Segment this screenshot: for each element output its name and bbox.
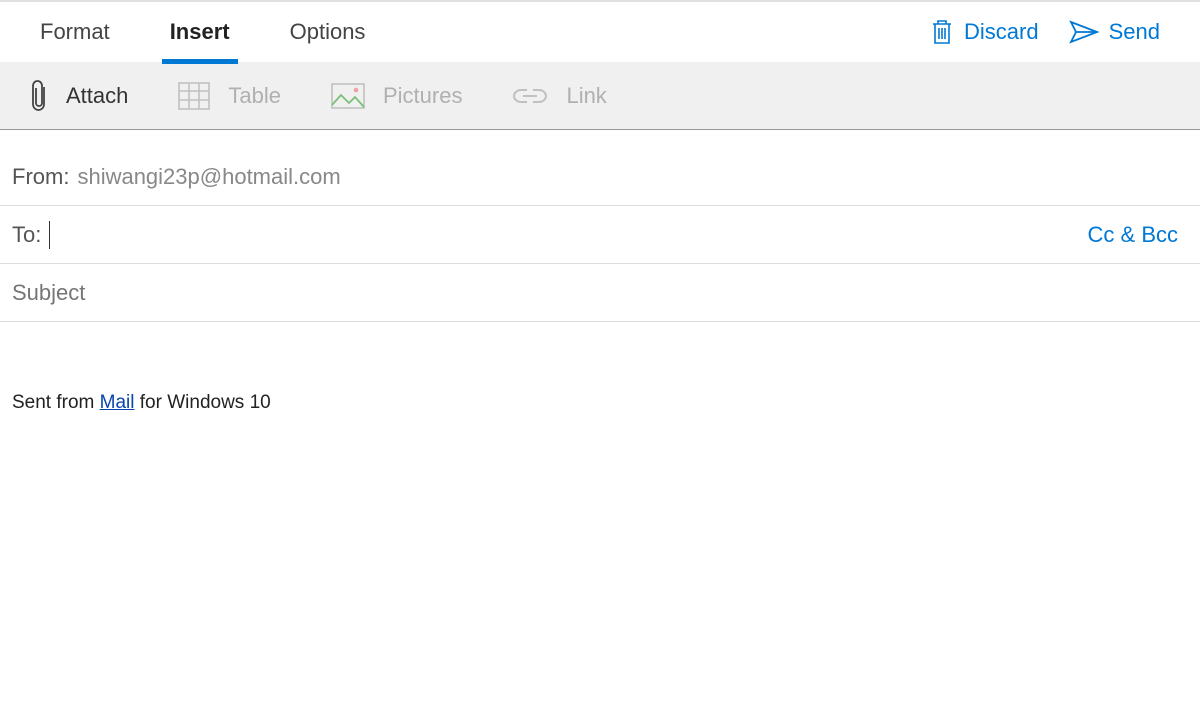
discard-button[interactable]: Discard	[930, 18, 1039, 46]
tab-insert[interactable]: Insert	[140, 2, 260, 62]
compose-area: From: shiwangi23p@hotmail.com To: Cc & B…	[0, 148, 1200, 414]
tab-format[interactable]: Format	[10, 2, 140, 62]
attach-label: Attach	[66, 83, 128, 109]
send-label: Send	[1109, 19, 1160, 45]
attach-button[interactable]: Attach	[30, 78, 128, 114]
to-input[interactable]	[50, 220, 1087, 250]
pictures-label: Pictures	[383, 83, 462, 109]
from-row: From: shiwangi23p@hotmail.com	[0, 148, 1200, 206]
to-row: To: Cc & Bcc	[0, 206, 1200, 264]
cc-bcc-link[interactable]: Cc & Bcc	[1088, 222, 1188, 248]
subject-row	[0, 264, 1200, 322]
link-button[interactable]: Link	[512, 83, 606, 109]
from-label: From:	[12, 164, 69, 190]
pictures-icon	[331, 83, 365, 109]
table-icon	[178, 82, 210, 110]
actions-right: Discard Send	[930, 18, 1190, 46]
from-value[interactable]: shiwangi23p@hotmail.com	[77, 164, 1188, 190]
mail-app-link[interactable]: Mail	[100, 392, 135, 413]
subject-input[interactable]	[12, 278, 1188, 308]
email-body[interactable]: Sent from Mail for Windows 10	[0, 322, 1200, 414]
tab-options[interactable]: Options	[260, 2, 396, 62]
paperclip-icon	[30, 78, 48, 114]
pictures-button[interactable]: Pictures	[331, 83, 462, 109]
tabs-left: Format Insert Options	[10, 2, 395, 62]
send-icon	[1069, 20, 1099, 44]
to-label: To:	[12, 222, 41, 248]
link-icon	[512, 85, 548, 107]
table-button[interactable]: Table	[178, 82, 281, 110]
discard-label: Discard	[964, 19, 1039, 45]
signature-prefix: Sent from	[12, 392, 100, 413]
table-label: Table	[228, 83, 281, 109]
insert-toolbar: Attach Table Pictures Link	[0, 62, 1200, 130]
signature-suffix: for Windows 10	[135, 392, 271, 413]
trash-icon	[930, 18, 954, 46]
link-label: Link	[566, 83, 606, 109]
tab-bar: Format Insert Options Discard Send	[0, 2, 1200, 62]
send-button[interactable]: Send	[1069, 19, 1160, 45]
